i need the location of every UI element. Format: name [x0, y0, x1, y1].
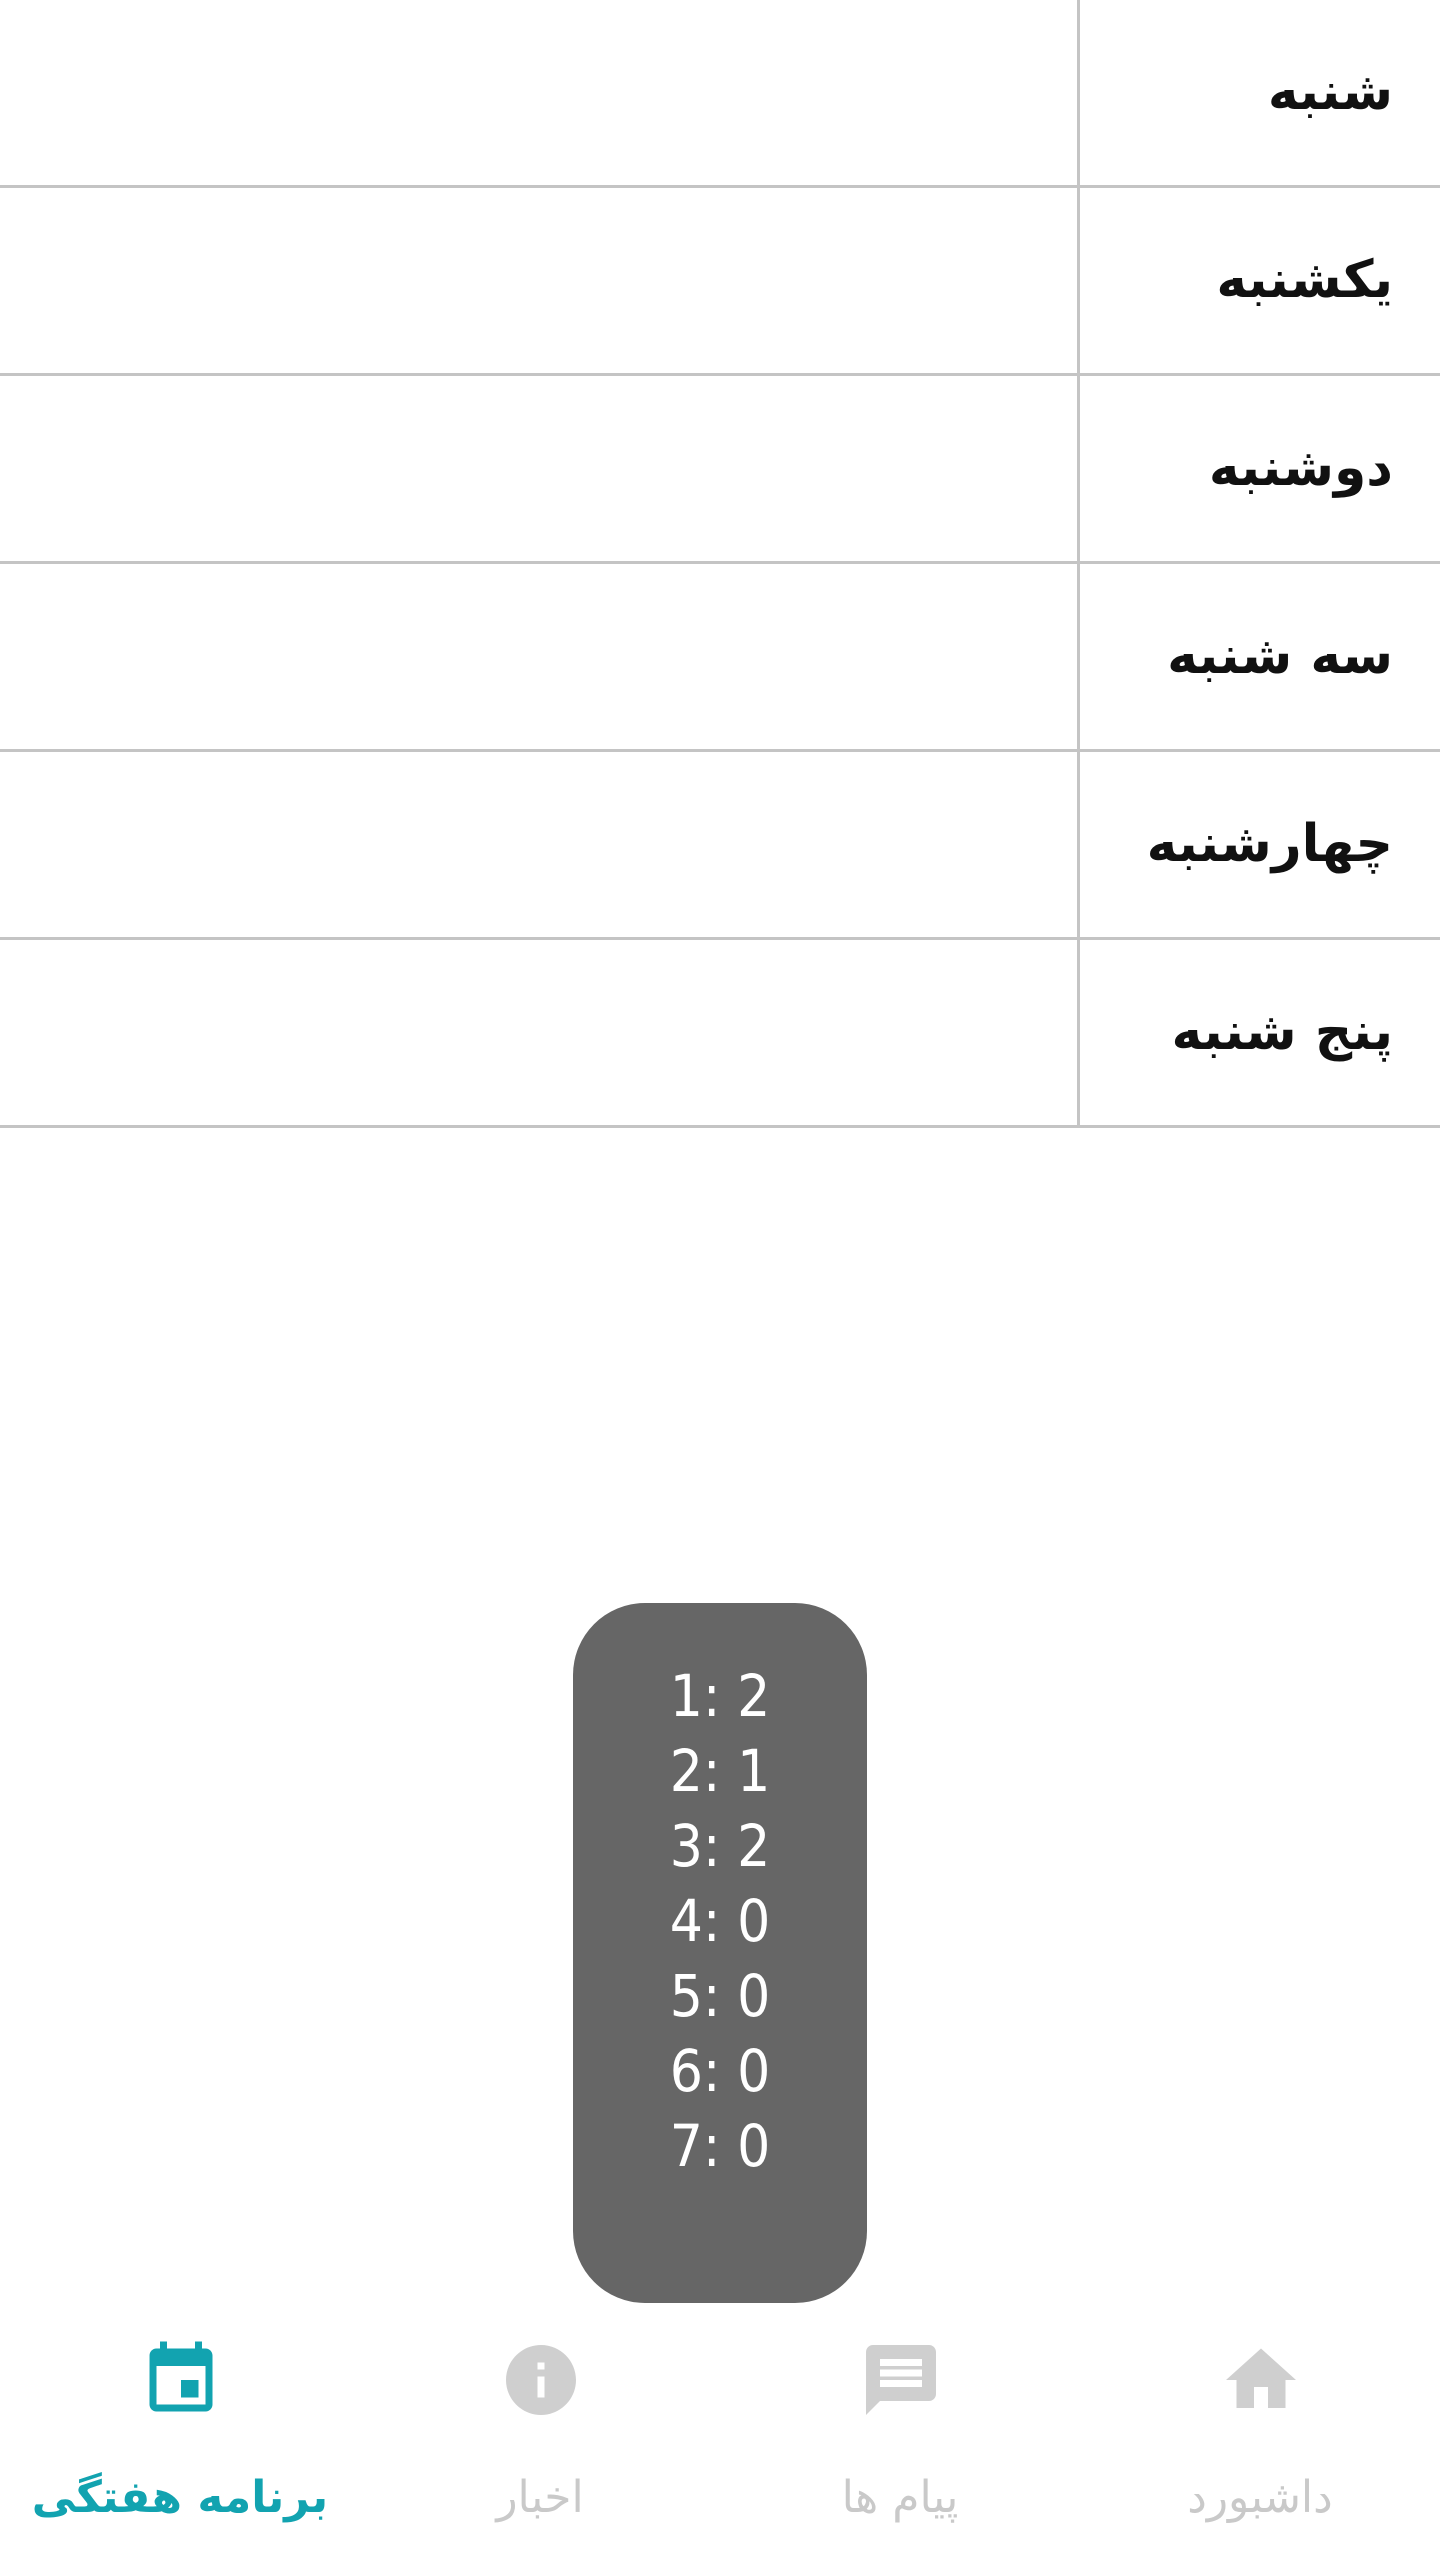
- column-divider: [1077, 376, 1080, 564]
- message-icon: [866, 2345, 936, 2415]
- nav-item-messages[interactable]: پیام ها: [720, 2316, 1080, 2560]
- toast-line: 5: 0: [669, 1962, 771, 2030]
- nav-item-dashboard[interactable]: داشبورد: [1080, 2316, 1440, 2560]
- toast-line: 7: 0: [669, 2112, 771, 2180]
- column-divider: [1077, 940, 1080, 1128]
- bottom-navigation: برنامه هفتگی اخبار پیام ها داشبورد: [0, 2316, 1440, 2560]
- schedule-row-saturday[interactable]: شنبه: [0, 0, 1440, 188]
- schedule-row-tuesday[interactable]: سه شنبه: [0, 564, 1440, 752]
- nav-label-dashboard: داشبورد: [1187, 2472, 1333, 2523]
- toast-line: 4: 0: [669, 1887, 771, 1955]
- schedule-cell-tuesday[interactable]: [0, 564, 1077, 749]
- schedule-cell-wednesday[interactable]: [0, 752, 1077, 937]
- toast-message: 1: 2 2: 1 3: 2 4: 0 5: 0 6: 0 7: 0: [573, 1603, 867, 2303]
- toast-line: 1: 2: [669, 1662, 771, 1730]
- day-label-sunday: یکشنبه: [1216, 250, 1393, 310]
- day-label-monday: دوشنبه: [1208, 438, 1393, 498]
- calendar-icon: [149, 2341, 213, 2412]
- column-divider: [1077, 0, 1080, 188]
- day-label-thursday: پنج شنبه: [1171, 1002, 1393, 1062]
- schedule-row-monday[interactable]: دوشنبه: [0, 376, 1440, 564]
- nav-label-messages: پیام ها: [841, 2472, 959, 2523]
- weekly-schedule-table: شنبه یکشنبه دوشنبه سه شنبه چهارشنبه پنج …: [0, 0, 1440, 1128]
- day-label-tuesday: سه شنبه: [1167, 626, 1393, 686]
- home-icon: [1226, 2348, 1296, 2408]
- day-label-wednesday: چهارشنبه: [1146, 814, 1393, 874]
- toast-line: 2: 1: [669, 1737, 771, 1805]
- nav-item-news[interactable]: اخبار: [360, 2316, 720, 2560]
- schedule-row-sunday[interactable]: یکشنبه: [0, 188, 1440, 376]
- toast-line: 3: 2: [669, 1812, 771, 1880]
- schedule-row-wednesday[interactable]: چهارشنبه: [0, 752, 1440, 940]
- column-divider: [1077, 188, 1080, 376]
- toast-line: 6: 0: [669, 2037, 771, 2105]
- column-divider: [1077, 564, 1080, 752]
- schedule-cell-sunday[interactable]: [0, 188, 1077, 373]
- column-divider: [1077, 752, 1080, 940]
- schedule-cell-thursday[interactable]: [0, 940, 1077, 1125]
- nav-label-news: اخبار: [496, 2472, 584, 2523]
- info-icon: [506, 2345, 576, 2415]
- nav-label-weekly-schedule: برنامه هفتگی: [31, 2472, 329, 2523]
- schedule-cell-saturday[interactable]: [0, 0, 1077, 185]
- nav-item-weekly-schedule[interactable]: برنامه هفتگی: [0, 2316, 360, 2560]
- schedule-row-thursday[interactable]: پنج شنبه: [0, 940, 1440, 1128]
- day-label-saturday: شنبه: [1267, 62, 1393, 122]
- schedule-cell-monday[interactable]: [0, 376, 1077, 561]
